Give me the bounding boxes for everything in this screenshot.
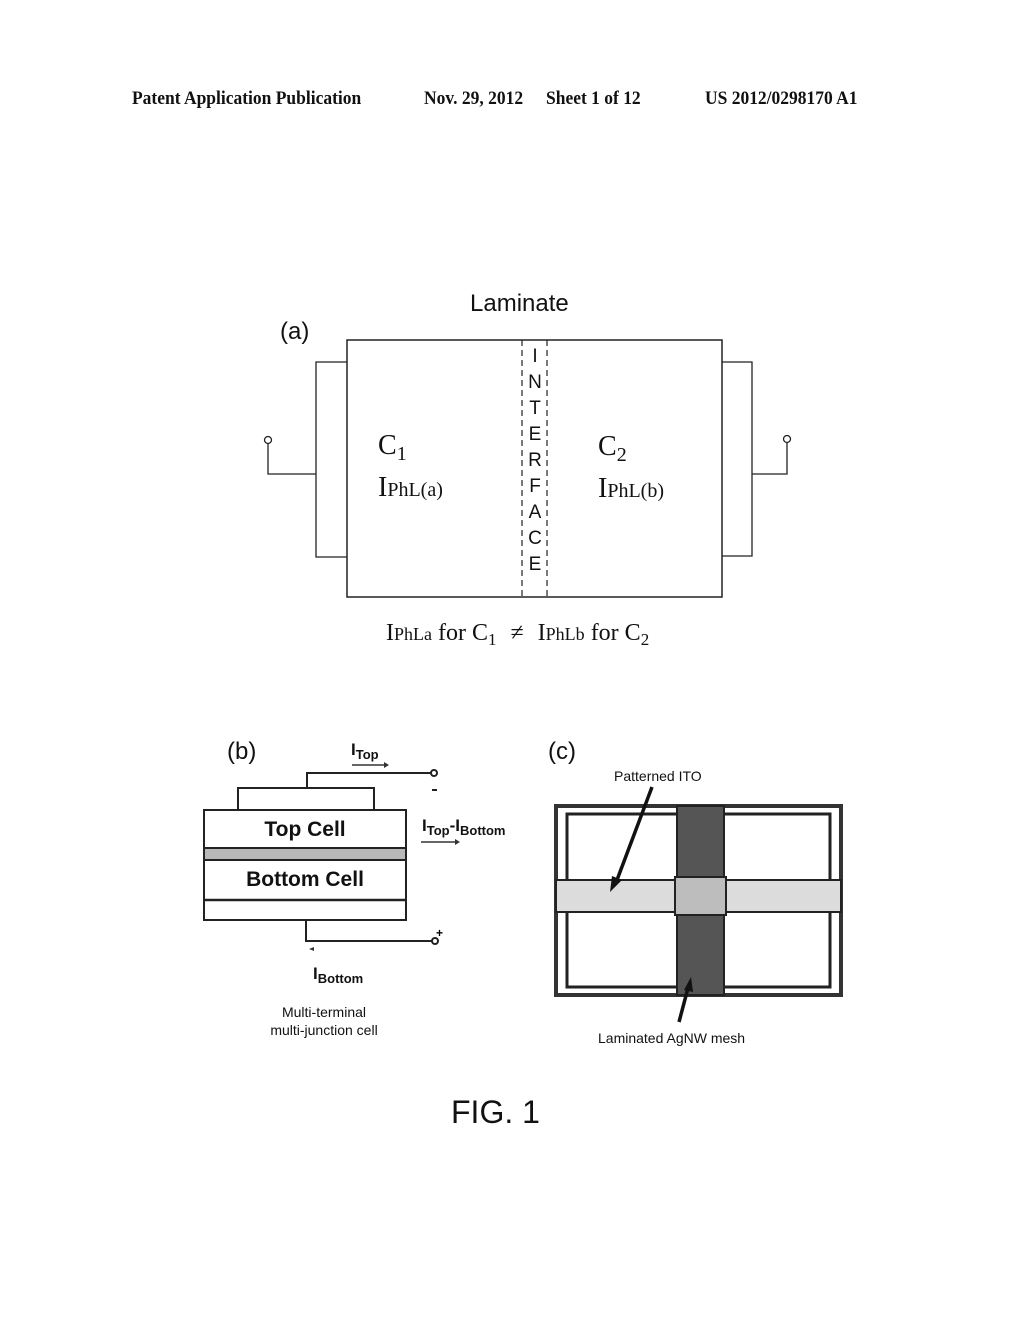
overlap-region — [674, 876, 727, 916]
figure-caption: FIG. 1 — [451, 1094, 540, 1130]
